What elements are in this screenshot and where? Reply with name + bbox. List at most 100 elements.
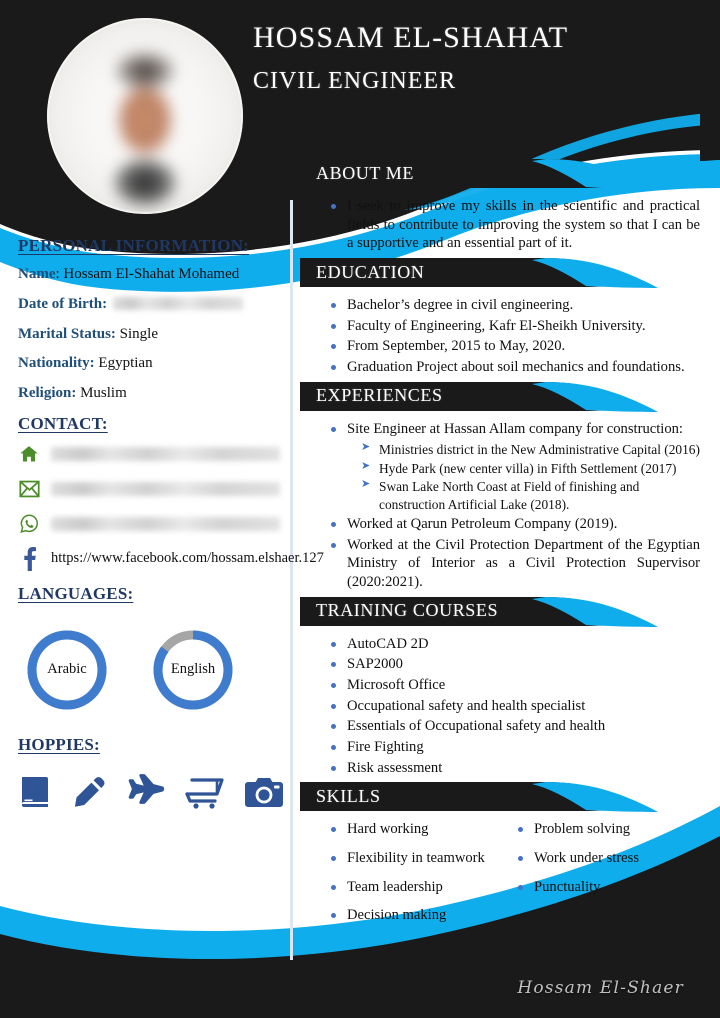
personal-info-label: Nationality:: [18, 355, 95, 372]
section-header-about: ABOUT ME: [300, 158, 708, 190]
list-item: Microsoft Office: [330, 676, 700, 695]
skills-column-right: Problem solving Work under stress Punctual…: [517, 820, 704, 935]
section-training: TRAINING COURSES AutoCAD 2D SAP2000 Microso…: [300, 596, 708, 778]
section-header-training: TRAINING COURSES: [300, 596, 708, 628]
language-rings: Arabic English: [0, 613, 288, 713]
list-item: Bachelor’s degree in civil engineering.: [330, 296, 700, 315]
personal-info-label: Date of Birth:: [18, 295, 108, 312]
profile-photo-ring: [47, 18, 243, 214]
redacted-value: [51, 516, 280, 531]
section-title: EXPERIENCES: [316, 385, 443, 406]
right-edge-accent: [700, 0, 720, 161]
experience-sub-item: Ministries district in the New Administr…: [361, 440, 700, 458]
list-item-text: Graduation Project about soil mechanics …: [347, 359, 685, 376]
contact-row[interactable]: https://www.facebook.com/hossam.elshaer.…: [0, 546, 324, 571]
section-header-experiences: EXPERIENCES: [300, 381, 708, 413]
hobbies-block: HOPPIES:: [0, 735, 288, 810]
section-skills: SKILLS Hard working Flexibility in teamwor…: [300, 781, 708, 935]
education-list: Bachelor’s degree in civil engineering. F…: [300, 296, 708, 377]
section-experiences: EXPERIENCES Site Engineer at Hassan Allam…: [300, 381, 708, 592]
personal-info-value: Egyptian: [94, 355, 153, 372]
personal-info-row: Name: Hossam El-Shahat Mohamed: [0, 265, 288, 284]
list-item: Occupational safety and health specialis…: [330, 697, 700, 716]
list-item: SAP2000: [330, 655, 700, 674]
list-item: AutoCAD 2D: [330, 635, 700, 654]
list-item-text: SAP2000: [347, 656, 403, 673]
list-item-text: Risk assessment: [347, 759, 443, 776]
whatsapp-icon: [16, 513, 42, 535]
job-title: CIVIL ENGINEER: [253, 67, 457, 94]
hobbies-heading: HOPPIES:: [18, 734, 100, 754]
redacted-value: [51, 446, 280, 461]
personal-info-row: Date of Birth:: [0, 295, 288, 314]
language-name: Arabic: [47, 661, 87, 678]
experiences-list: Site Engineer at Hassan Allam company fo…: [300, 420, 708, 592]
personal-info-value: Single: [115, 325, 158, 342]
personal-info-value: : Hossam El-Shahat Mohamed: [55, 266, 240, 282]
skills-column-left: Hard working Flexibility in teamwork Team …: [330, 820, 517, 935]
signature: Hossam El-Shaer: [517, 978, 684, 998]
personal-information-block: PERSONAL INFORMATION: Name: Hossam El-Sh…: [0, 236, 288, 403]
personal-information-heading: PERSONAL INFORMATION:: [18, 236, 250, 255]
about-list: I seek to improve my skills in the scien…: [300, 197, 708, 253]
contact-rows: https://www.facebook.com/hossam.elshaer.…: [0, 443, 324, 571]
shopping-cart-icon: [184, 774, 226, 810]
header-block: HOSSAM EL-SHAHAT CIVIL ENGINEER: [253, 18, 703, 98]
list-item-text: Bachelor’s degree in civil engineering.: [347, 297, 574, 314]
list-item: Graduation Project about soil mechanics …: [330, 358, 700, 377]
pencil-icon: [72, 774, 108, 810]
personal-information-rows: Name: Hossam El-Shahat Mohamed Date of Bi…: [0, 265, 288, 403]
section-education: EDUCATION Bachelor’s degree in civil engi…: [300, 257, 708, 377]
list-item: Site Engineer at Hassan Allam company fo…: [330, 420, 700, 513]
list-item-text: Microsoft Office: [347, 677, 446, 694]
list-item-text: I seek to improve my skills in the scien…: [347, 198, 700, 252]
list-item-text: From September, 2015 to May, 2020.: [347, 338, 566, 355]
skill-item: Problem solving: [517, 820, 704, 839]
email-icon: [16, 478, 42, 500]
list-item: Essentials of Occupational safety and he…: [330, 717, 700, 736]
skill-item: Hard working: [330, 820, 517, 839]
redacted-value: [51, 481, 280, 496]
profile-photo: [47, 18, 243, 214]
experience-sub-item: Swan Lake North Coast at Field of finish…: [361, 477, 700, 513]
skill-item: Flexibility in teamwork: [330, 849, 517, 868]
contact-value[interactable]: https://www.facebook.com/hossam.elshaer.…: [51, 550, 324, 568]
section-title: ABOUT ME: [316, 162, 414, 183]
language-ring: Arabic: [24, 627, 110, 713]
personal-info-label: Name: [18, 266, 56, 282]
list-item: Risk assessment: [330, 759, 700, 778]
language-name: English: [170, 661, 216, 678]
list-item-text: Occupational safety and health specialis…: [347, 697, 586, 714]
list-item: Faculty of Engineering, Kafr El-Sheikh U…: [330, 317, 700, 336]
contact-heading: CONTACT:: [18, 413, 108, 433]
hobby-icon-row: [0, 764, 288, 810]
personal-info-row: Religion: Muslim: [0, 384, 288, 403]
list-item: Worked at Qarun Petroleum Company (2019)…: [330, 515, 700, 534]
sidebar: PERSONAL INFORMATION: Name: Hossam El-Sh…: [0, 236, 324, 810]
skill-item: Work under stress: [517, 849, 704, 868]
home-icon: [16, 443, 42, 465]
skill-item: Punctuality: [517, 878, 704, 897]
section-title: SKILLS: [316, 785, 381, 806]
list-item: Worked at the Civil Protection Departmen…: [330, 536, 700, 592]
contact-row: [0, 443, 288, 465]
contact-row: [0, 478, 288, 500]
redacted-value: [113, 296, 244, 310]
experience-sub-list: Ministries district in the New Administr…: [347, 440, 700, 513]
personal-info-value: Muslim: [76, 385, 127, 401]
section-header-skills: SKILLS: [300, 781, 708, 813]
language-ring: English: [150, 627, 236, 713]
skill-item: Team leadership: [330, 878, 517, 897]
column-divider: [290, 200, 293, 960]
personal-info-row: Marital Status: Single: [0, 325, 288, 344]
experience-sub-item: Hyde Park (new center villa) in Fifth Se…: [361, 459, 700, 477]
section-title: EDUCATION: [316, 261, 425, 282]
camera-icon: [244, 776, 284, 810]
skills-columns: Hard working Flexibility in teamwork Team …: [300, 820, 708, 935]
cv-page: HOSSAM EL-SHAHAT CIVIL ENGINEER PERSONAL…: [0, 0, 720, 1018]
list-item-text: Essentials of Occupational safety and he…: [347, 718, 606, 735]
list-item-text: Fire Fighting: [347, 739, 424, 756]
list-item: From September, 2015 to May, 2020.: [330, 337, 700, 356]
section-about: ABOUT ME I seek to improve my skills in t…: [300, 158, 708, 253]
list-item-text: Site Engineer at Hassan Allam company fo…: [347, 420, 683, 437]
